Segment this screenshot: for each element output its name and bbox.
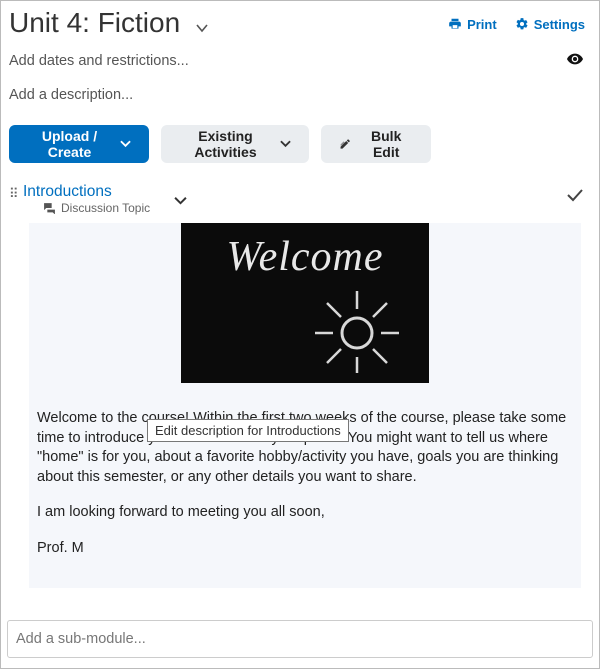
bulk-edit-button[interactable]: Bulk Edit xyxy=(321,125,431,163)
drag-handle-icon[interactable]: ⠿ xyxy=(9,183,23,202)
welcome-image-text: Welcome xyxy=(181,233,429,281)
page-title[interactable]: Unit 4: Fiction xyxy=(9,7,180,39)
add-description-link[interactable]: Add a description... xyxy=(1,69,599,103)
completion-check-icon[interactable] xyxy=(567,183,591,207)
chevron-down-icon[interactable] xyxy=(196,11,208,36)
print-button[interactable]: Print xyxy=(448,17,497,32)
topic-type-label: Discussion Topic xyxy=(61,201,150,215)
add-submodule-input[interactable]: Add a sub-module... xyxy=(7,620,593,658)
settings-button[interactable]: Settings xyxy=(515,17,585,32)
chevron-down-icon xyxy=(120,137,131,151)
upload-create-button[interactable]: Upload / Create xyxy=(9,125,149,163)
settings-label: Settings xyxy=(534,17,585,32)
topic-title-link[interactable]: Introductions xyxy=(23,183,150,201)
print-label: Print xyxy=(467,17,497,32)
upload-create-label: Upload / Create xyxy=(27,128,112,160)
sun-icon xyxy=(295,277,405,377)
gear-icon xyxy=(515,17,529,31)
print-icon xyxy=(448,17,462,31)
existing-activities-button[interactable]: Existing Activities xyxy=(161,125,309,163)
description-paragraph: I am looking forward to meeting you all … xyxy=(37,503,573,523)
description-signature: Prof. M xyxy=(37,539,573,559)
visibility-icon[interactable] xyxy=(567,53,591,69)
topic-description[interactable]: Welcome Welcome to the course! Within th… xyxy=(29,223,581,588)
bulk-edit-icon xyxy=(339,137,351,151)
welcome-image: Welcome xyxy=(181,223,429,383)
discussion-icon xyxy=(43,202,56,214)
submodule-placeholder: Add a sub-module... xyxy=(16,631,146,647)
dates-restrictions-link[interactable]: Add dates and restrictions... xyxy=(9,53,189,69)
chevron-down-icon[interactable] xyxy=(150,183,187,209)
existing-activities-label: Existing Activities xyxy=(179,128,272,160)
bulk-edit-label: Bulk Edit xyxy=(359,128,413,160)
edit-description-tooltip: Edit description for Introductions xyxy=(147,419,349,442)
chevron-down-icon xyxy=(280,137,291,151)
